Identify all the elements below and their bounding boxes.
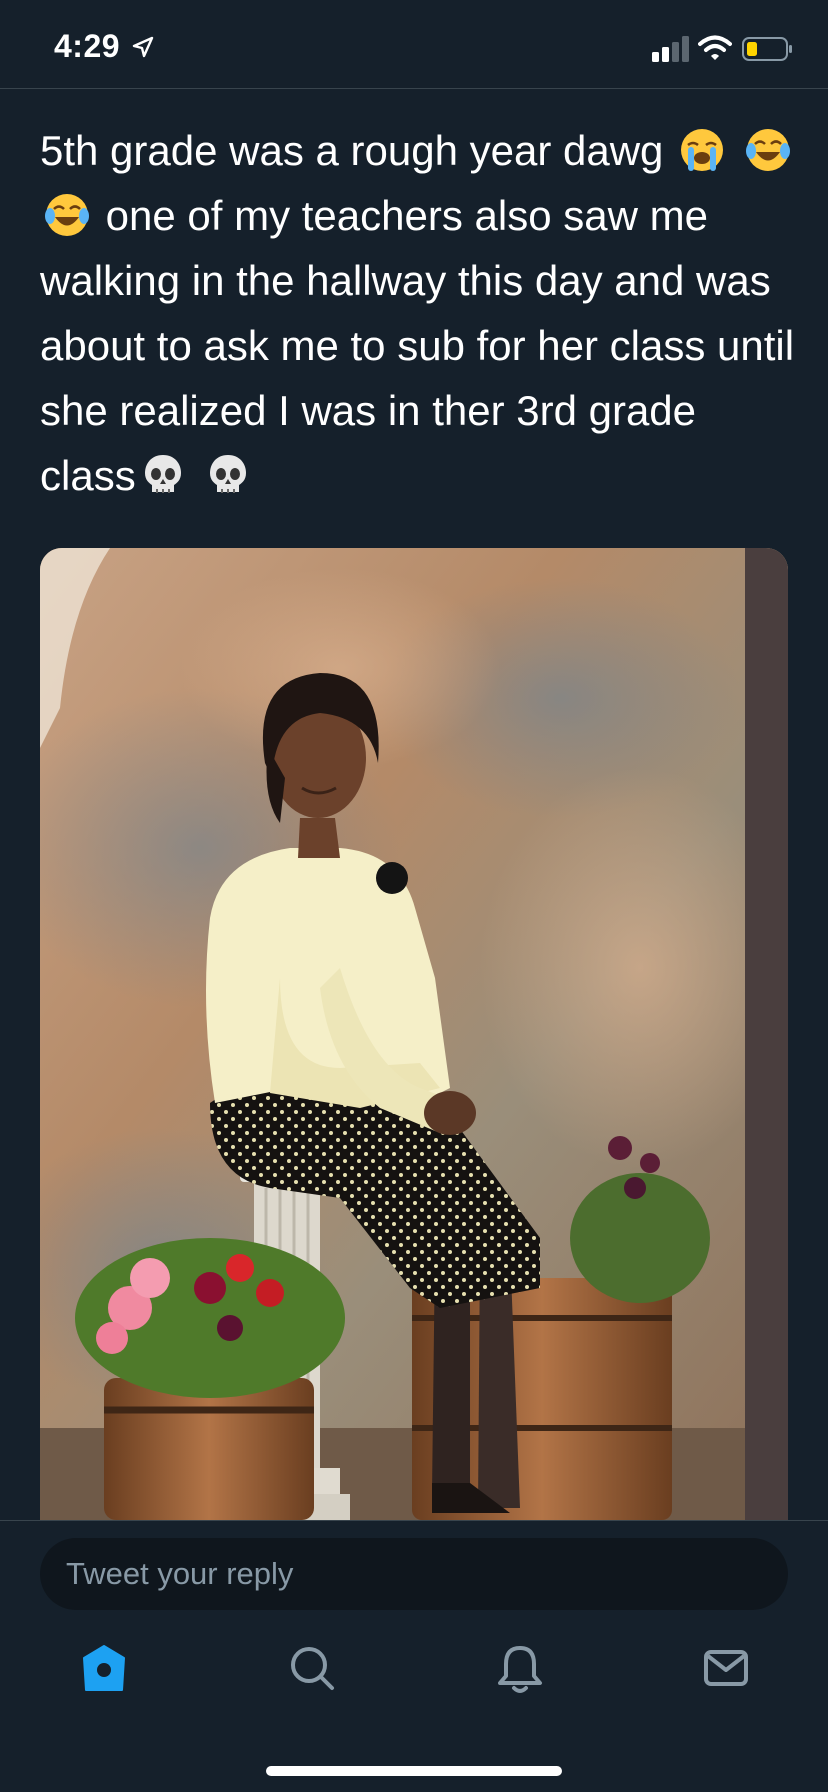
tab-search[interactable]	[282, 1638, 342, 1698]
portrait-photo-illustration	[40, 548, 788, 1520]
status-bar: 4:29	[0, 0, 828, 88]
face-with-tears-of-joy-emoji	[745, 129, 790, 171]
face-with-tears-of-joy-emoji	[45, 194, 89, 236]
signal-icon	[652, 36, 689, 62]
loudly-crying-face-emoji	[681, 129, 724, 171]
search-icon	[291, 1647, 334, 1690]
skull-emoji	[144, 455, 181, 493]
wifi-icon	[698, 35, 732, 60]
tab-home[interactable]	[74, 1638, 134, 1698]
skull-emoji	[210, 455, 247, 493]
header-divider	[0, 88, 828, 89]
mail-icon	[704, 1650, 748, 1686]
status-time: 4:29	[54, 28, 121, 64]
tab-notifications[interactable]	[490, 1638, 550, 1698]
reply-divider	[0, 1520, 828, 1521]
location-arrow-icon	[132, 36, 154, 58]
tab-bar	[0, 1630, 828, 1720]
tweet-photo[interactable]	[40, 548, 788, 1520]
bell-icon	[498, 1646, 542, 1693]
tweet-text: 5th grade was a rough year dawg one of m…	[40, 118, 800, 508]
tab-messages[interactable]	[696, 1638, 756, 1698]
home-icon	[83, 1645, 125, 1691]
battery-icon	[742, 37, 792, 61]
home-indicator[interactable]	[266, 1766, 562, 1776]
tweet-text-part-1: 5th grade was a rough year dawg	[40, 127, 664, 174]
reply-input[interactable]	[40, 1538, 788, 1610]
